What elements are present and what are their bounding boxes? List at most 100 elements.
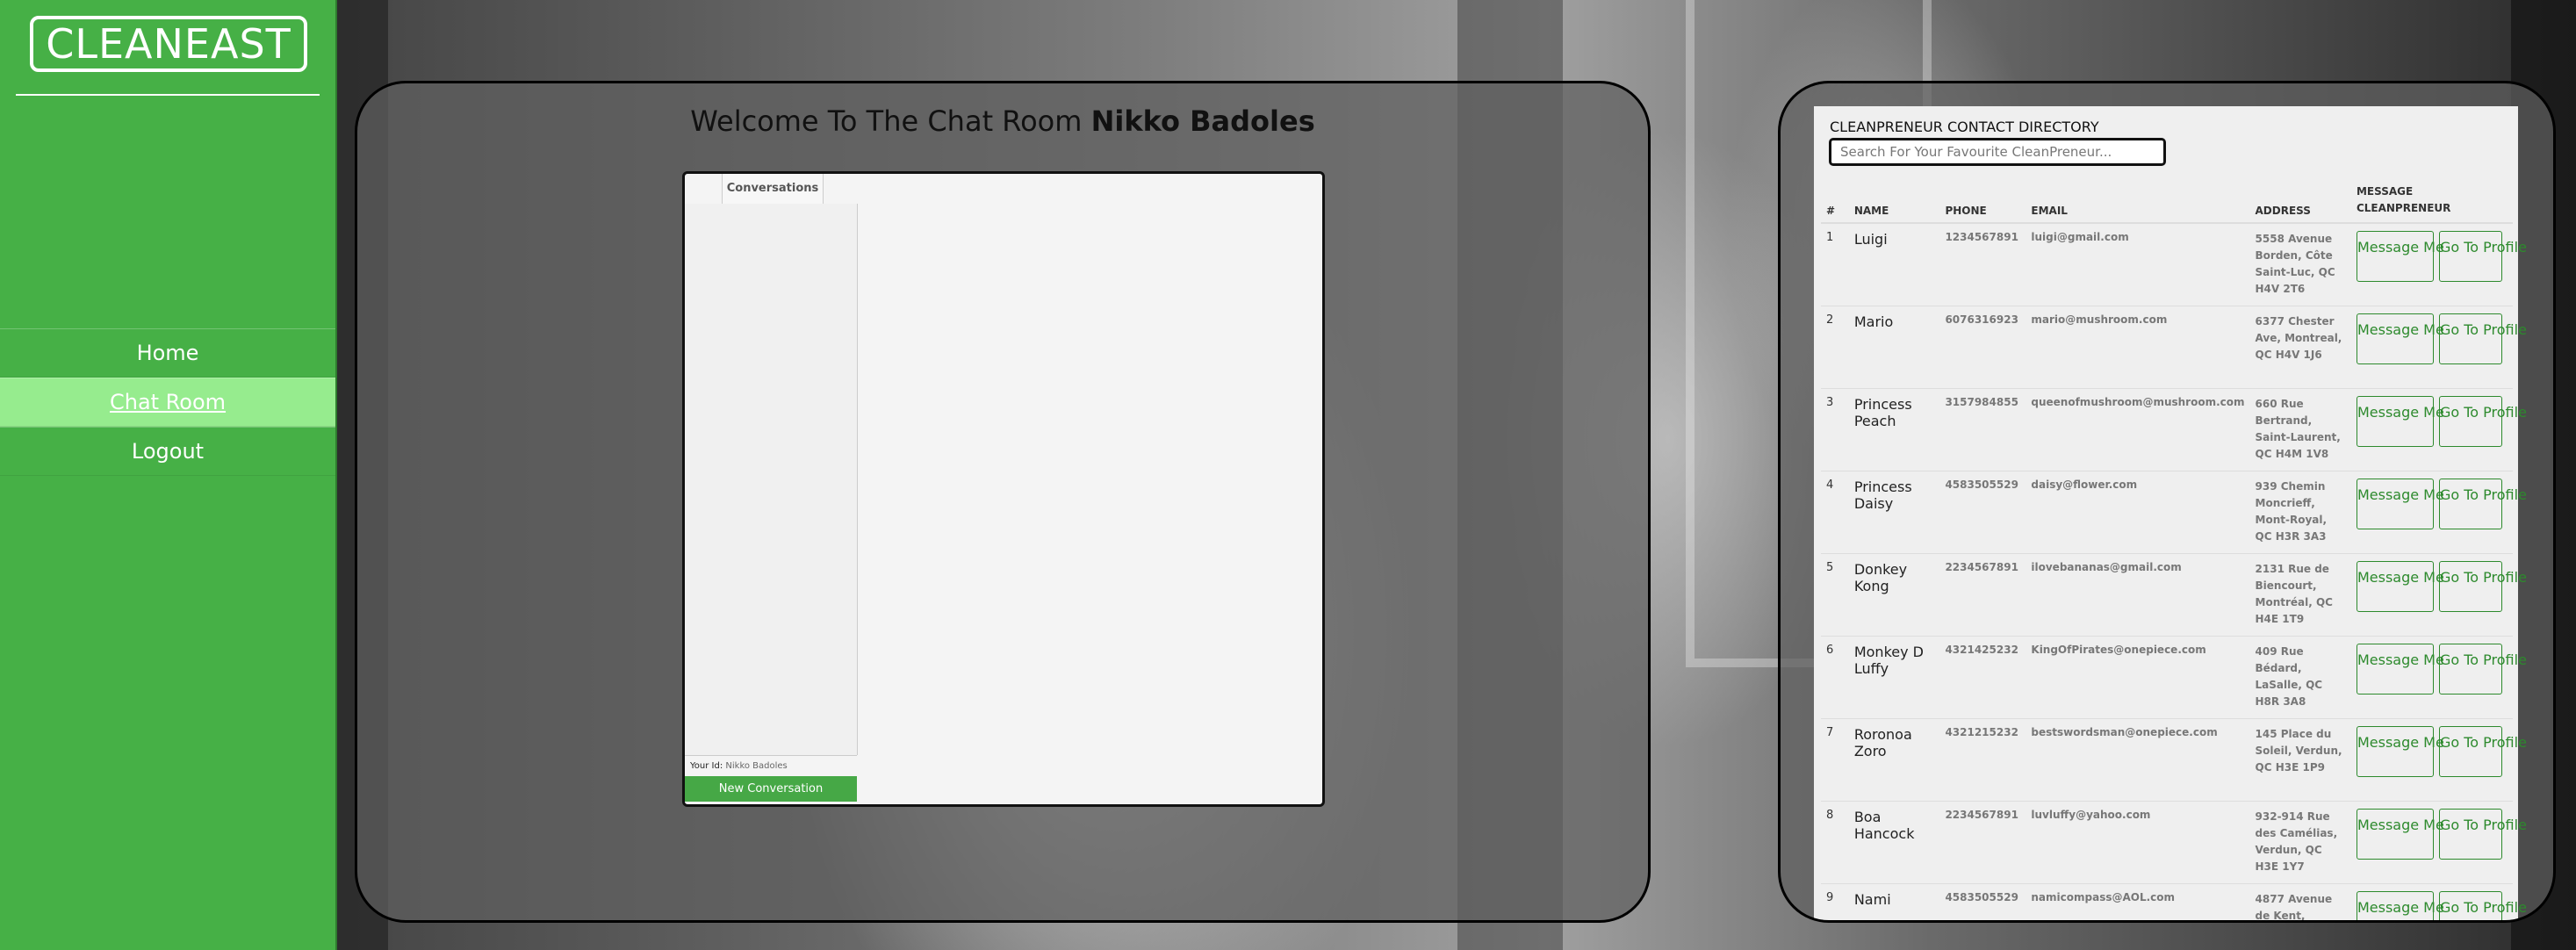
nav-item-label: Logout (131, 439, 205, 464)
cell-address: 932-914 Rue des Camélias, Verdun, QC H3E… (2249, 801, 2351, 884)
cell-actions: Message MeGo To Profile (2350, 306, 2527, 389)
cell-address: 409 Rue Bédard, LaSalle, QC H8R 3A8 (2249, 636, 2351, 719)
cell-email: mario@mushroom.com (2026, 306, 2250, 389)
new-conversation-button[interactable]: New Conversation (685, 776, 857, 802)
sidebar: CLEANEAST Home Chat Room Logout (0, 0, 337, 950)
cell-name: Princess Daisy (1848, 471, 1940, 554)
table-row: 7 Roronoa Zoro 4321215232 bestswordsman@one… (1821, 718, 2527, 802)
cell-number: 9 (1821, 883, 1849, 920)
your-id-label: Your Id: (690, 761, 723, 771)
sidebar-nav: Home Chat Room Logout (0, 328, 335, 476)
chat-tabs: Conversations (685, 174, 857, 204)
cell-phone: 2234567891 (1939, 553, 2026, 637)
go-to-profile-button[interactable]: Go To Profile (2438, 808, 2527, 860)
nav-item-label: Home (136, 341, 199, 365)
cell-number: 4 (1821, 471, 1849, 554)
column-header-address: ADDRESS (2249, 184, 2351, 224)
cell-name: Donkey Kong (1848, 553, 1940, 637)
page-title: Welcome To The Chat Room Nikko Badoles (357, 104, 1648, 138)
welcome-text: Welcome To The Chat Room (690, 104, 1083, 138)
directory-panel: CLEANPRENEUR CONTACT DIRECTORY # NAME PH… (1778, 81, 2556, 923)
cell-email: daisy@flower.com (2026, 471, 2250, 554)
cell-name: Luigi (1848, 223, 1940, 306)
cell-number: 2 (1821, 306, 1849, 389)
cell-number: 3 (1821, 388, 1849, 471)
table-row: 4 Princess Daisy 4583505529 daisy@flower.co… (1821, 471, 2527, 554)
user-name: Nikko Badoles (1090, 104, 1315, 138)
cell-actions: Message MeGo To Profile (2350, 801, 2527, 884)
nav-item-home[interactable]: Home (0, 328, 335, 378)
table-row: 8 Boa Hancock 2234567891 luvluffy@yahoo.com… (1821, 801, 2527, 884)
cell-actions: Message MeGo To Profile (2350, 471, 2527, 554)
cell-email: luvluffy@yahoo.com (2026, 801, 2250, 884)
directory-card: CLEANPRENEUR CONTACT DIRECTORY # NAME PH… (1814, 106, 2527, 920)
cell-number: 8 (1821, 801, 1849, 884)
your-id: Your Id: Nikko Badoles (685, 755, 857, 776)
cell-address: 939 Chemin Moncrieff, Mont-Royal, QC H3R… (2249, 471, 2351, 554)
cell-actions: Message MeGo To Profile (2350, 553, 2527, 637)
go-to-profile-button[interactable]: Go To Profile (2438, 313, 2527, 364)
message-me-button[interactable]: Message Me (2356, 478, 2444, 529)
go-to-profile-button[interactable]: Go To Profile (2438, 890, 2527, 920)
cell-actions: Message MeGo To Profile (2350, 388, 2527, 471)
nav-item-logout[interactable]: Logout (0, 427, 335, 476)
cell-email: KingOfPirates@onepiece.com (2026, 636, 2250, 719)
go-to-profile-button[interactable]: Go To Profile (2438, 478, 2527, 529)
cell-email: ilovebananas@gmail.com (2026, 553, 2250, 637)
column-header-phone: PHONE (1939, 184, 2026, 224)
go-to-profile-button[interactable]: Go To Profile (2438, 231, 2527, 282)
conversation-list[interactable] (685, 204, 858, 755)
cell-actions: Message MeGo To Profile (2350, 883, 2527, 920)
go-to-profile-button[interactable]: Go To Profile (2438, 395, 2527, 447)
table-header-row: # NAME PHONE EMAIL ADDRESS MESSAGE CLEAN… (1821, 184, 2513, 224)
cell-phone: 4321425232 (1939, 636, 2026, 719)
table-row: 5 Donkey Kong 2234567891 ilovebananas@gmail… (1821, 553, 2527, 637)
cell-name: Roronoa Zoro (1848, 718, 1940, 802)
message-me-button[interactable]: Message Me (2356, 560, 2444, 612)
go-to-profile-button[interactable]: Go To Profile (2438, 725, 2527, 777)
column-header-email: EMAIL (2026, 184, 2250, 224)
message-me-button[interactable]: Message Me (2356, 643, 2444, 695)
cell-number: 5 (1821, 553, 1849, 637)
directory-table: # NAME PHONE EMAIL ADDRESS MESSAGE CLEAN… (1821, 184, 2527, 920)
cell-address: 5558 Avenue Borden, Côte Saint-Luc, QC H… (2249, 223, 2351, 306)
table-row: 3 Princess Peach 3157984855 queenofmushroom… (1821, 388, 2527, 471)
cell-name: Boa Hancock (1848, 801, 1940, 884)
cell-phone: 4321215232 (1939, 718, 2026, 802)
message-me-button[interactable]: Message Me (2356, 231, 2444, 282)
tab-conversations[interactable]: Conversations (722, 174, 824, 204)
cell-name: Mario (1848, 306, 1940, 389)
cell-name: Monkey D Luffy (1848, 636, 1940, 719)
cell-actions: Message MeGo To Profile (2350, 636, 2527, 719)
your-id-value: Nikko Badoles (725, 761, 788, 771)
cell-phone: 6076316923 (1939, 306, 2026, 389)
cell-phone: 3157984855 (1939, 388, 2026, 471)
message-me-button[interactable]: Message Me (2356, 313, 2444, 364)
message-me-button[interactable]: Message Me (2356, 395, 2444, 447)
cell-address: 4877 Avenue de Kent, Montréal, (2249, 883, 2351, 920)
cell-email: bestswordsman@onepiece.com (2026, 718, 2250, 802)
chat-widget: Conversations Your Id: Nikko Badoles New… (682, 171, 1325, 807)
cell-address: 660 Rue Bertrand, Saint-Laurent, QC H4M … (2249, 388, 2351, 471)
cell-name: Princess Peach (1848, 388, 1940, 471)
cell-email: luigi@gmail.com (2026, 223, 2250, 306)
go-to-profile-button[interactable]: Go To Profile (2438, 560, 2527, 612)
cell-address: 145 Place du Soleil, Verdun, QC H3E 1P9 (2249, 718, 2351, 802)
table-row: 2 Mario 6076316923 mario@mushroom.com 6377 C… (1821, 306, 2527, 389)
cell-number: 1 (1821, 223, 1849, 306)
column-header-message: MESSAGE CLEANPRENEUR (2350, 184, 2513, 224)
brand-logo[interactable]: CLEANEAST (30, 16, 307, 72)
cell-number: 7 (1821, 718, 1849, 802)
message-me-button[interactable]: Message Me (2356, 808, 2444, 860)
message-me-button[interactable]: Message Me (2356, 725, 2444, 777)
go-to-profile-button[interactable]: Go To Profile (2438, 643, 2527, 695)
nav-item-chat-room[interactable]: Chat Room (0, 378, 335, 427)
logo-divider (16, 94, 320, 96)
cell-email: namicompass@AOL.com (2026, 883, 2250, 920)
nav-item-label: Chat Room (109, 390, 227, 414)
cell-actions: Message MeGo To Profile (2350, 718, 2527, 802)
cell-phone: 4583505529 (1939, 471, 2026, 554)
directory-title: CLEANPRENEUR CONTACT DIRECTORY (1830, 119, 2099, 135)
message-me-button[interactable]: Message Me (2356, 890, 2444, 920)
search-input[interactable] (1829, 138, 2166, 166)
